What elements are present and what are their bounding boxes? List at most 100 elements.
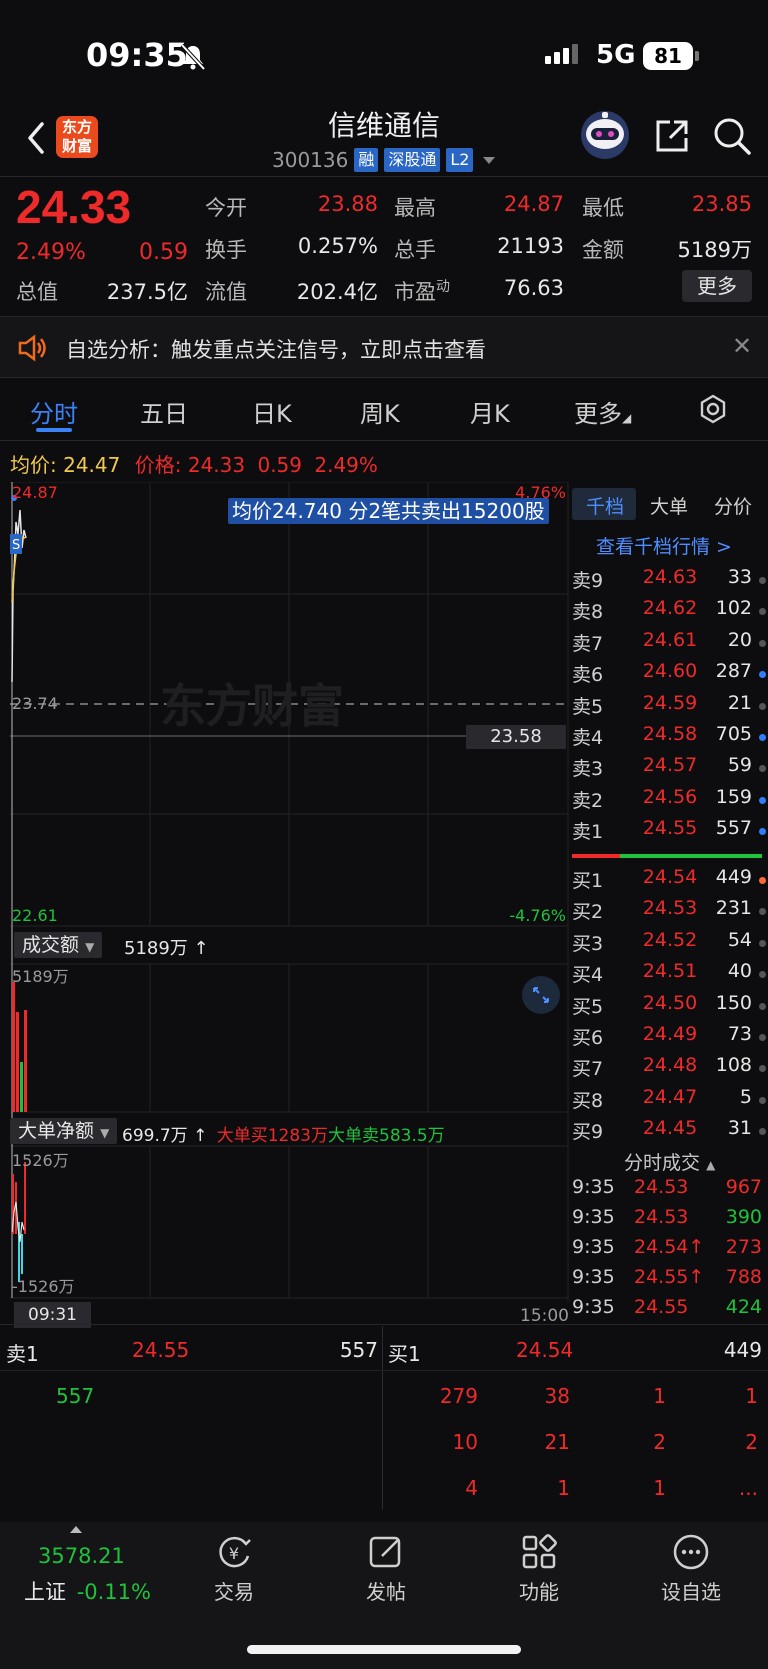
tab-weekly-k[interactable]: 周K (360, 394, 400, 429)
search-icon[interactable] (712, 116, 752, 156)
queue-buy-volume: 449 (723, 1338, 762, 1362)
bid-row[interactable]: 买1 24.54 449 (572, 866, 768, 897)
tick-price: 24.53 (634, 1206, 689, 1228)
order-dot-icon (759, 939, 766, 947)
ask-volume: 102 (715, 597, 752, 620)
network-type: 5G (596, 40, 636, 70)
intraday-chart[interactable]: 东方财富 S 24.87 4.76% 23.74 22.61 -4.76% 51… (0, 482, 570, 1302)
end-time: 15:00 (520, 1306, 569, 1326)
bid-row[interactable]: 买2 24.53 231 (572, 897, 768, 928)
divider (0, 1324, 768, 1325)
stock-meta[interactable]: 300136 融 深股通 L2 (272, 146, 496, 174)
tab-big-order[interactable]: 大单 (650, 492, 688, 519)
order-dot-icon (759, 639, 766, 647)
ask-row[interactable]: 卖4 24.58 705 (572, 723, 768, 754)
tab-monthly-k[interactable]: 月K (470, 394, 510, 429)
bottom-item-post[interactable]: 发帖 (336, 1576, 436, 1605)
tick-row: 9:35 24.54↑ 273 (572, 1236, 768, 1266)
battery-tip (695, 51, 699, 61)
queue-buy-order: 2 (653, 1430, 666, 1454)
speaker-icon (18, 334, 46, 362)
full-depth-link[interactable]: 查看千档行情 > (596, 532, 732, 559)
queue-buy-order: 1 (745, 1384, 758, 1408)
change-percent: 2.49% (16, 240, 86, 265)
float-cap-value: 202.4亿 (296, 280, 378, 304)
notice-text[interactable]: 自选分析：触发重点关注信号，立即点击查看 (66, 334, 486, 364)
bid-row[interactable]: 买5 24.50 150 (572, 992, 768, 1023)
ask-row[interactable]: 卖5 24.59 21 (572, 692, 768, 723)
ask-row[interactable]: 卖9 24.63 33 (572, 566, 768, 597)
ask-row[interactable]: 卖2 24.56 159 (572, 786, 768, 817)
ask-row[interactable]: 卖3 24.57 59 (572, 754, 768, 785)
settings-gear-icon[interactable] (698, 394, 728, 424)
ask-row[interactable]: 卖6 24.60 287 (572, 660, 768, 691)
high-price-label: 24.87 (12, 483, 58, 502)
queue-buy-order: 1 (653, 1476, 666, 1500)
caret-up-icon (70, 1526, 82, 1533)
index-ticker[interactable]: 上证 -0.11% (24, 1576, 151, 1606)
volume-selector[interactable]: 成交额 ▼ (14, 932, 103, 958)
bid-row[interactable]: 买4 24.51 40 (572, 960, 768, 991)
bid-row[interactable]: 买9 24.45 31 (572, 1117, 768, 1148)
bid-price: 24.50 (642, 991, 698, 1014)
close-icon[interactable]: ✕ (732, 332, 752, 360)
post-edit-icon[interactable] (366, 1532, 406, 1572)
ask-level: 卖2 (572, 789, 604, 812)
ask-row[interactable]: 卖7 24.61 20 (572, 629, 768, 660)
bigorder-selector[interactable]: 大单净额 ▼ (10, 1118, 118, 1144)
share-icon[interactable] (652, 116, 692, 156)
high-value: 24.87 (503, 192, 564, 216)
ask-volume: 21 (727, 691, 752, 714)
bottom-item-add-watchlist[interactable]: 设自选 (641, 1576, 741, 1605)
tab-daily-k[interactable]: 日K (252, 394, 292, 429)
ticks-header[interactable]: 分时成交 ▲ (624, 1148, 715, 1175)
tab-more[interactable]: 更多◢ (574, 394, 631, 429)
bid-row[interactable]: 买8 24.47 5 (572, 1086, 768, 1117)
bid-row[interactable]: 买6 24.49 73 (572, 1023, 768, 1054)
index-value[interactable]: 3578.21 (38, 1544, 125, 1568)
ask-row[interactable]: 卖1 24.55 557 (572, 817, 768, 848)
bid-volume: 73 (727, 1023, 752, 1045)
tick-price: 24.53 (634, 1176, 689, 1198)
bid-row[interactable]: 买3 24.52 54 (572, 929, 768, 960)
bid-volume: 31 (727, 1117, 752, 1140)
bid-price: 24.45 (642, 1117, 698, 1140)
bid-volume: 54 (727, 928, 752, 951)
home-indicator[interactable] (247, 1645, 521, 1654)
bid-row[interactable]: 买7 24.48 108 (572, 1054, 768, 1085)
bigorder-bars (12, 1162, 26, 1282)
trade-icon[interactable]: ¥ (214, 1532, 254, 1572)
tab-order-book[interactable]: 千档 (586, 492, 624, 519)
ask-volume: 557 (715, 817, 752, 840)
ask-level: 卖1 (572, 821, 604, 844)
queue-buy-order: 4 (465, 1476, 478, 1500)
tab-price-dist[interactable]: 分价 (714, 492, 752, 519)
bell-muted-icon (180, 43, 206, 71)
bottom-item-functions[interactable]: 功能 (489, 1576, 589, 1605)
battery-icon: 81 (643, 42, 693, 70)
robot-assistant-icon[interactable] (578, 110, 632, 160)
bid-price: 24.47 (642, 1085, 698, 1108)
more-button[interactable]: 更多 (682, 270, 752, 302)
bid-price: 24.53 (642, 897, 698, 920)
ask-volume: 59 (727, 754, 752, 777)
bid-volume: 40 (727, 960, 752, 983)
more-dots-icon[interactable] (671, 1532, 711, 1572)
queue-buy-order: 21 (544, 1430, 570, 1454)
tick-volume: 788 (725, 1266, 762, 1288)
ask-level: 卖4 (572, 727, 604, 749)
tab-five-day[interactable]: 五日 (140, 394, 188, 429)
volume-bar (24, 1010, 27, 1112)
queue-buy-order: 279 (439, 1384, 478, 1408)
ask-row[interactable]: 卖8 24.62 102 (572, 597, 768, 628)
functions-grid-icon[interactable] (519, 1532, 559, 1572)
bottom-item-trade[interactable]: 交易 (184, 1576, 284, 1605)
volume-label: 总手 (394, 238, 436, 262)
high-label: 最高 (394, 196, 436, 220)
tab-intraday[interactable]: 分时 (30, 394, 78, 429)
chart-grid (10, 482, 569, 1302)
ask-volume: 33 (727, 566, 752, 588)
sell-marker-letter: S (12, 538, 20, 553)
ask-level: 卖5 (572, 695, 604, 718)
expand-icon[interactable] (522, 976, 560, 1014)
